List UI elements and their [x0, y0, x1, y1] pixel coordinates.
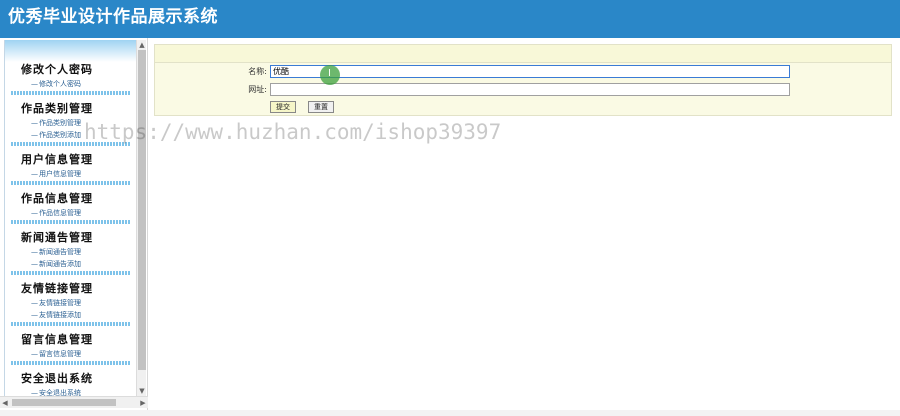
sidebar-group-title[interactable]: 作品信息管理: [5, 191, 136, 207]
url-label: 网址:: [248, 85, 267, 94]
sidebar-item-label: 作品类别管理: [39, 119, 81, 127]
bullet-dash-icon: —: [31, 131, 38, 139]
bullet-dash-icon: —: [31, 170, 38, 178]
bullet-dash-icon: —: [31, 389, 38, 396]
sidebar-item-label: 友情链接添加: [39, 311, 81, 319]
submit-button[interactable]: 提交: [270, 101, 296, 113]
sidebar-separator: [11, 181, 131, 185]
scrollbar-thumb[interactable]: [138, 50, 146, 370]
status-bar: [0, 410, 900, 416]
scroll-right-arrow-icon[interactable]: ▶: [138, 397, 148, 409]
name-label: 名称:: [248, 67, 267, 76]
sidebar-item-label: 修改个人密码: [39, 80, 81, 88]
sidebar: 修改个人密码 —修改个人密码 作品类别管理 —作品类别管理 —作品类别添加 用户信息管理 —…: [0, 38, 148, 410]
button-row: 提交 重置: [155, 101, 893, 117]
sidebar-separator: [11, 271, 131, 275]
sidebar-group-title[interactable]: 修改个人密码: [5, 62, 136, 78]
click-indicator-icon: I: [320, 65, 340, 85]
sidebar-separator: [11, 322, 131, 326]
sidebar-item-label: 新闻通告管理: [39, 248, 81, 256]
sidebar-menu-panel: 修改个人密码 —修改个人密码 作品类别管理 —作品类别管理 —作品类别添加 用户信息管理 —…: [4, 40, 136, 396]
sidebar-item[interactable]: —留言信息管理: [5, 348, 136, 360]
main-content: 名称: 网址: 提交 重置: [150, 38, 900, 410]
name-input[interactable]: [270, 65, 790, 78]
url-input[interactable]: [270, 83, 790, 96]
sidebar-separator: [11, 361, 131, 365]
sidebar-item[interactable]: —修改个人密码: [5, 78, 136, 90]
form-header: [155, 45, 891, 63]
sidebar-item[interactable]: —友情链接管理: [5, 297, 136, 309]
bullet-dash-icon: —: [31, 350, 38, 358]
scrollbar-thumb[interactable]: [12, 399, 116, 406]
sidebar-group-title[interactable]: 留言信息管理: [5, 332, 136, 348]
sidebar-item[interactable]: —友情链接添加: [5, 309, 136, 321]
bullet-dash-icon: —: [31, 209, 38, 217]
sidebar-item-label: 安全退出系统: [39, 389, 81, 396]
sidebar-item-label: 用户信息管理: [39, 170, 81, 178]
scroll-up-arrow-icon[interactable]: ▲: [137, 40, 147, 50]
sidebar-separator: [11, 91, 131, 95]
sidebar-item-label: 作品信息管理: [39, 209, 81, 217]
bullet-dash-icon: —: [31, 311, 38, 319]
sidebar-item[interactable]: —新闻通告添加: [5, 258, 136, 270]
sidebar-group: 友情链接管理 —友情链接管理 —友情链接添加: [5, 281, 136, 326]
sidebar-group: 安全退出系统 —安全退出系统: [5, 371, 136, 396]
reset-button[interactable]: 重置: [308, 101, 334, 113]
sidebar-group-title[interactable]: 新闻通告管理: [5, 230, 136, 246]
sidebar-item-label: 作品类别添加: [39, 131, 81, 139]
sidebar-item[interactable]: —安全退出系统: [5, 387, 136, 396]
add-link-form: 名称: 网址: 提交 重置: [154, 44, 892, 116]
url-row: 网址:: [155, 83, 893, 99]
watermark: https://www.huzhan.com/ishop39397: [84, 120, 502, 144]
sidebar-item[interactable]: —新闻通告管理: [5, 246, 136, 258]
sidebar-group-title[interactable]: 作品类别管理: [5, 101, 136, 117]
sidebar-group-title[interactable]: 用户信息管理: [5, 152, 136, 168]
scroll-down-arrow-icon[interactable]: ▼: [137, 386, 147, 396]
sidebar-horizontal-scrollbar[interactable]: ◀ ▶: [0, 396, 148, 408]
bullet-dash-icon: —: [31, 119, 38, 127]
sidebar-separator: [11, 220, 131, 224]
sidebar-item[interactable]: —作品信息管理: [5, 207, 136, 219]
bullet-dash-icon: —: [31, 260, 38, 268]
sidebar-item[interactable]: —用户信息管理: [5, 168, 136, 180]
scroll-left-arrow-icon[interactable]: ◀: [0, 397, 10, 409]
sidebar-vertical-scrollbar[interactable]: ▲ ▼: [136, 40, 146, 396]
sidebar-group: 用户信息管理 —用户信息管理: [5, 152, 136, 185]
app-title: 优秀毕业设计作品展示系统: [8, 7, 218, 27]
bullet-dash-icon: —: [31, 80, 38, 88]
sidebar-group: 留言信息管理 —留言信息管理: [5, 332, 136, 365]
sidebar-group-title[interactable]: 友情链接管理: [5, 281, 136, 297]
sidebar-group: 修改个人密码 —修改个人密码: [5, 62, 136, 95]
bullet-dash-icon: —: [31, 248, 38, 256]
sidebar-item-label: 友情链接管理: [39, 299, 81, 307]
sidebar-item-label: 新闻通告添加: [39, 260, 81, 268]
sidebar-item-label: 留言信息管理: [39, 350, 81, 358]
sidebar-group: 新闻通告管理 —新闻通告管理 —新闻通告添加: [5, 230, 136, 275]
sidebar-group: 作品信息管理 —作品信息管理: [5, 191, 136, 224]
sidebar-menu: 修改个人密码 —修改个人密码 作品类别管理 —作品类别管理 —作品类别添加 用户信息管理 —…: [5, 62, 136, 396]
name-row: 名称:: [155, 65, 893, 81]
bullet-dash-icon: —: [31, 299, 38, 307]
sidebar-group-title[interactable]: 安全退出系统: [5, 371, 136, 387]
header-bar: 优秀毕业设计作品展示系统: [0, 0, 900, 38]
